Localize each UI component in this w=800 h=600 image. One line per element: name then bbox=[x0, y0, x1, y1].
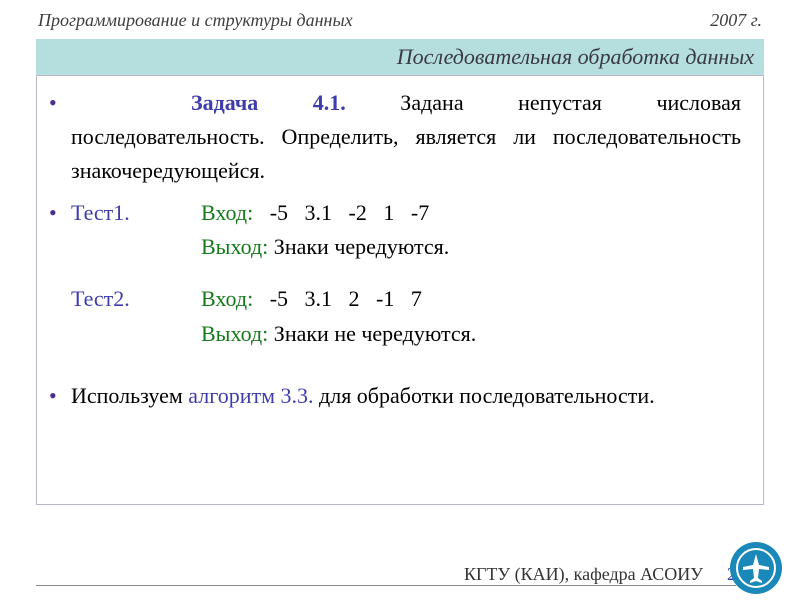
slide-title: Последовательная обработка данных bbox=[36, 39, 764, 75]
test-2-out-text: Знаки не чередуются. bbox=[274, 321, 476, 346]
task-label: Задача 4.1. bbox=[191, 90, 346, 115]
slide: Программирование и структуры данных 2007… bbox=[0, 0, 800, 600]
test-1-name: Тест1. bbox=[71, 196, 201, 230]
footer-divider bbox=[36, 585, 736, 586]
test-2-input-row: Тест2. Вход: -5 3.1 2 -1 7 bbox=[71, 282, 741, 316]
test-1-out-label: Выход: bbox=[201, 234, 268, 259]
test-2-in-values: -5 3.1 2 -1 7 bbox=[259, 286, 422, 311]
test-1: Тест1. Вход: -5 3.1 -2 1 -7 Выход: Знаки… bbox=[71, 196, 741, 264]
test-1-input-row: Тест1. Вход: -5 3.1 -2 1 -7 bbox=[71, 196, 741, 230]
test-1-in-label: Вход: bbox=[201, 200, 253, 225]
algo-suffix: для обработки последовательности. bbox=[319, 383, 655, 408]
test-2-name: Тест2. bbox=[71, 282, 201, 316]
slide-footer: КГТУ (КАИ), кафедра АСОИУ 2 bbox=[0, 562, 800, 586]
slide-body: Задача 4.1. Задана непустая числовая пос… bbox=[36, 75, 764, 505]
slide-header: Программирование и структуры данных 2007… bbox=[36, 10, 764, 35]
test-1-output-row: Выход: Знаки чередуются. bbox=[71, 230, 741, 264]
header-right: 2007 г. bbox=[710, 10, 762, 31]
test-2: Тест2. Вход: -5 3.1 2 -1 7 Выход: Знаки … bbox=[71, 282, 741, 350]
test-2-in-label: Вход: bbox=[201, 286, 253, 311]
task-paragraph: Задача 4.1. Задана непустая числовая пос… bbox=[71, 86, 741, 188]
footer-org: КГТУ (КАИ), кафедра АСОИУ bbox=[464, 564, 703, 585]
test-1-out-text: Знаки чередуются. bbox=[274, 234, 449, 259]
test-1-in-values: -5 3.1 -2 1 -7 bbox=[259, 200, 429, 225]
header-left: Программирование и структуры данных bbox=[38, 10, 353, 31]
algo-prefix: Используем bbox=[71, 383, 183, 408]
algo-paragraph: Используем алгоритм 3.3. для обработки п… bbox=[71, 379, 741, 413]
test-2-out-label: Выход: bbox=[201, 321, 268, 346]
airplane-icon bbox=[730, 542, 782, 594]
task-text: Задана непустая числовая последовательно… bbox=[71, 90, 741, 183]
test-2-output-row: Выход: Знаки не чередуются. bbox=[71, 317, 741, 351]
algo-label: алгоритм 3.3. bbox=[188, 383, 313, 408]
